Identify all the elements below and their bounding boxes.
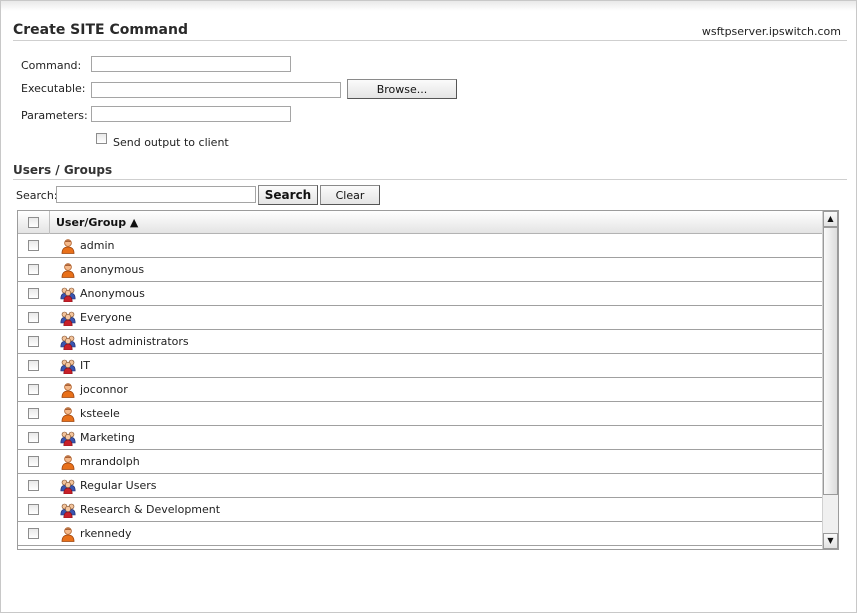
user-group-name: Regular Users [80, 479, 157, 492]
scrollbar-thumb[interactable] [823, 227, 838, 495]
user-group-column-header[interactable]: User/Group ▲ [56, 216, 138, 229]
row-checkbox[interactable] [28, 408, 39, 419]
select-all-checkbox[interactable] [28, 217, 39, 228]
user-group-name: Everyone [80, 311, 132, 324]
row-checkbox[interactable] [28, 384, 39, 395]
row-checkbox[interactable] [28, 360, 39, 371]
section-divider [13, 179, 847, 180]
title-divider [13, 40, 847, 41]
table-row[interactable]: Anonymous [18, 282, 824, 306]
table-row[interactable]: admin [18, 234, 824, 258]
row-checkbox[interactable] [28, 528, 39, 539]
user-icon [60, 238, 76, 254]
row-checkbox[interactable] [28, 336, 39, 347]
user-group-name: anonymous [80, 263, 145, 276]
command-input[interactable] [91, 56, 291, 72]
parameters-label: Parameters: [21, 109, 88, 122]
users-groups-heading: Users / Groups [13, 163, 113, 177]
browse-button[interactable]: Browse... [347, 79, 457, 99]
scroll-down-arrow-icon[interactable]: ▼ [823, 533, 838, 549]
send-output-checkbox[interactable] [96, 133, 107, 144]
user-group-name: admin [80, 239, 115, 252]
table-row[interactable]: anonymous [18, 258, 824, 282]
group-icon [60, 502, 76, 519]
search-button[interactable]: Search [258, 185, 318, 205]
server-hostname: wsftpserver.ipswitch.com [701, 25, 841, 38]
executable-label: Executable: [21, 82, 86, 95]
user-group-name: Host administrators [80, 335, 189, 348]
user-icon [60, 262, 76, 278]
table-row[interactable]: Regular Users [18, 474, 824, 498]
table-row[interactable]: Research & Development [18, 498, 824, 522]
user-icon [60, 406, 76, 422]
group-icon [60, 286, 76, 303]
table-row[interactable]: rkennedy [18, 522, 824, 546]
user-icon [60, 526, 76, 542]
search-input[interactable] [56, 186, 256, 203]
grid-header: User/Group ▲ [18, 211, 824, 234]
user-group-name: Research & Development [80, 503, 221, 516]
user-icon [60, 454, 76, 470]
row-checkbox[interactable] [28, 264, 39, 275]
user-group-name: ksteele [80, 407, 120, 420]
scroll-up-arrow-icon[interactable]: ▲ [823, 211, 838, 227]
users-groups-grid: User/Group ▲ admin anonymous Anonymous Ever… [17, 210, 839, 550]
user-group-name: IT [80, 359, 90, 372]
row-checkbox[interactable] [28, 312, 39, 323]
table-row[interactable]: Everyone [18, 306, 824, 330]
user-group-name: rkennedy [80, 527, 132, 540]
column-separator [49, 211, 50, 234]
site-command-panel: Create SITE Command wsftpserver.ipswitch… [0, 0, 857, 613]
table-row[interactable]: IT [18, 354, 824, 378]
table-row[interactable]: Host administrators [18, 330, 824, 354]
user-group-name: Marketing [80, 431, 135, 444]
user-group-name: mrandolph [80, 455, 140, 468]
row-checkbox[interactable] [28, 504, 39, 515]
send-output-label: Send output to client [113, 136, 229, 149]
group-icon [60, 358, 76, 375]
group-icon [60, 334, 76, 351]
group-icon [60, 478, 76, 495]
table-row[interactable]: joconnor [18, 378, 824, 402]
command-label: Command: [21, 59, 82, 72]
user-icon [60, 382, 76, 398]
group-icon [60, 310, 76, 327]
clear-button[interactable]: Clear [320, 185, 380, 205]
page-title: Create SITE Command [13, 22, 188, 38]
table-row[interactable]: ksteele [18, 402, 824, 426]
row-checkbox[interactable] [28, 240, 39, 251]
group-icon [60, 430, 76, 447]
executable-input[interactable] [91, 82, 341, 98]
user-group-name: joconnor [80, 383, 128, 396]
user-group-name: Anonymous [80, 287, 145, 300]
row-checkbox[interactable] [28, 432, 39, 443]
row-checkbox[interactable] [28, 480, 39, 491]
parameters-input[interactable] [91, 106, 291, 122]
search-label: Search: [16, 189, 58, 202]
row-checkbox[interactable] [28, 456, 39, 467]
vertical-scrollbar[interactable]: ▲ ▼ [822, 211, 838, 549]
table-row[interactable]: mrandolph [18, 450, 824, 474]
row-checkbox[interactable] [28, 288, 39, 299]
table-row[interactable]: Marketing [18, 426, 824, 450]
